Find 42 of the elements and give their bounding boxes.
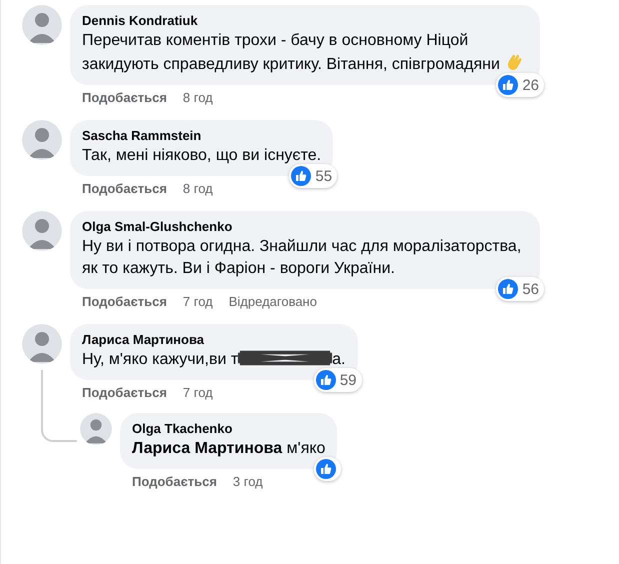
thumbs-up-icon: [316, 370, 336, 390]
thumbs-up-icon: [498, 279, 518, 299]
thumbs-up-icon: [291, 166, 312, 186]
author-name[interactable]: Dennis Kondratiuk: [82, 12, 528, 30]
like-link[interactable]: Подобається: [132, 474, 217, 490]
reaction-badge[interactable]: 26: [496, 73, 544, 97]
comment-text: Ну, м'яко кажучи,ви т: [82, 351, 238, 368]
reaction-count: 26: [522, 78, 539, 92]
comment-text: Так, мені ніяково, що ви існуєте.: [82, 146, 322, 166]
comment-text: Перечитав коментів трохи - бачу в основному Ніцой закидують справедливу критику. Вітання, співгромадяни: [82, 32, 500, 73]
avatar[interactable]: [22, 324, 62, 364]
avatar[interactable]: [22, 120, 62, 160]
reaction-count: 56: [522, 282, 539, 296]
avatar[interactable]: [22, 211, 62, 251]
timestamp[interactable]: 7 год: [182, 294, 213, 310]
avatar[interactable]: [80, 413, 112, 445]
reaction-count: 55: [315, 168, 332, 184]
comment-text: Лариса Мартинова м'яко: [132, 439, 326, 459]
author-name[interactable]: Olga Tkachenko: [132, 420, 326, 438]
comment-text: а.: [332, 351, 346, 368]
author-name[interactable]: Sascha Rammstein: [82, 127, 322, 145]
like-link[interactable]: Подобається: [82, 181, 167, 197]
like-link[interactable]: Подобається: [82, 90, 167, 106]
reaction-badge[interactable]: 55: [289, 164, 338, 188]
reaction-badge[interactable]: [314, 457, 342, 481]
reaction-badge[interactable]: 59: [314, 368, 362, 392]
edited-label: Відредаговано: [228, 294, 317, 310]
timestamp[interactable]: 8 год: [182, 181, 213, 197]
thumbs-up-icon: [498, 75, 518, 95]
author-name[interactable]: Olga Smal-Glushchenko: [82, 218, 528, 236]
avatar[interactable]: [22, 5, 62, 45]
like-link[interactable]: Подобається: [82, 385, 167, 401]
thread-connector-line: [41, 370, 77, 442]
reaction-badge[interactable]: 56: [496, 277, 544, 301]
timestamp[interactable]: 7 год: [182, 385, 213, 401]
thumbs-up-icon: [316, 459, 336, 479]
timestamp[interactable]: 3 год: [232, 474, 263, 490]
timestamp[interactable]: 8 год: [182, 90, 213, 106]
reaction-count: 59: [340, 372, 356, 388]
like-link[interactable]: Подобається: [82, 294, 167, 310]
author-name[interactable]: Лариса Мартинова: [82, 331, 346, 349]
comment-text: Ну ви і потвора огидна. Знайшли час для моралізаторства, як то кажуть. Ви і Фаріон - вороги України.: [82, 237, 522, 279]
